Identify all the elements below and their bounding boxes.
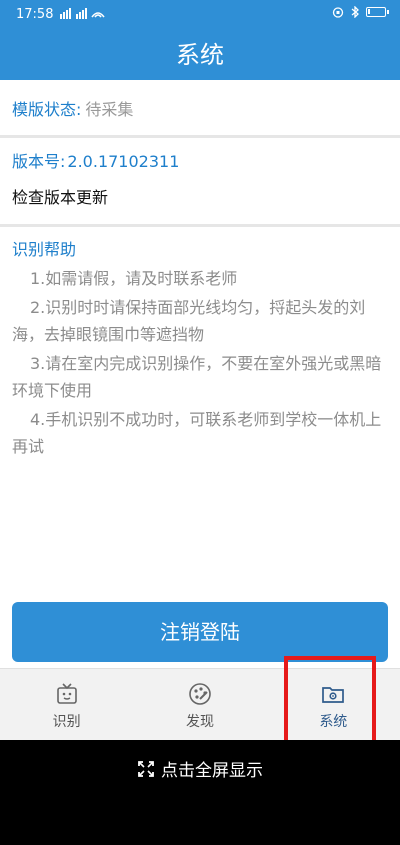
version-value: 2.0.17102311	[67, 152, 180, 171]
status-time: 17:58	[16, 7, 54, 22]
template-status-label: 模版状态:	[12, 99, 82, 119]
help-item: 2.识别时时请保持面部光线均匀，捋起头发的刘海，去掉眼镜围巾等遮挡物	[12, 298, 366, 344]
tab-discover-label: 发现	[185, 714, 214, 730]
signal-icon	[60, 7, 106, 22]
highlight-box	[284, 656, 376, 740]
check-update-button[interactable]: 检查版本更新	[12, 186, 388, 210]
battery-icon	[366, 7, 389, 17]
content-area: 模版状态: 待采集 版本号: 2.0.17102311 检查版本更新 识别帮助 1…	[0, 80, 400, 668]
version-line: 版本号: 2.0.17102311	[12, 150, 388, 174]
bluetooth-icon	[351, 6, 359, 18]
help-block: 识别帮助 1.如需请假，请及时联系老师 2.识别时时请保持面部光线均匀，捋起头发…	[0, 227, 400, 460]
help-title: 识别帮助	[12, 240, 77, 259]
fullscreen-label: 点击全屏显示	[161, 761, 263, 781]
tv-scan-icon	[56, 683, 77, 704]
tab-recognize[interactable]: 识别	[0, 669, 133, 740]
palette-icon	[189, 683, 211, 705]
template-status-row: 模版状态: 待采集	[0, 80, 400, 135]
help-item: 4.手机识别不成功时，可联系老师到学校一体机上再试	[12, 410, 382, 456]
help-item: 3.请在室内完成识别操作，不要在室外强光或黑暗环境下使用	[12, 354, 382, 400]
help-item: 1.如需请假，请及时联系老师	[30, 269, 238, 288]
tab-recognize-label: 识别	[52, 714, 81, 730]
version-block: 版本号: 2.0.17102311 检查版本更新	[0, 138, 400, 224]
status-right-icons	[332, 6, 389, 18]
fullscreen-button[interactable]: 点击全屏显示	[0, 756, 400, 781]
app-screen: 17:58 系统 模版状态: 待采集 版本号: 2.0.17102311 检查版…	[0, 0, 400, 740]
version-label: 版本号:	[12, 152, 66, 171]
alarm-icon	[332, 7, 344, 18]
expand-icon	[138, 760, 154, 777]
page-title: 系统	[176, 41, 224, 69]
status-bar: 17:58	[0, 0, 400, 30]
title-bar: 系统	[0, 30, 400, 80]
logout-button[interactable]: 注销登陆	[12, 602, 388, 662]
template-status-value: 待采集	[85, 99, 134, 119]
bottom-bar: 点击全屏显示	[0, 740, 400, 845]
tab-discover[interactable]: 发现	[133, 669, 266, 740]
